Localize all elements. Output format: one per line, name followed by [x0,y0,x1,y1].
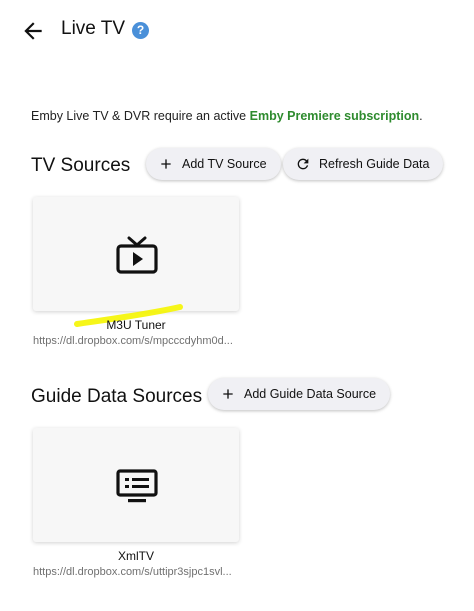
guide-source-url: https://dl.dropbox.com/s/uttipr3sjpc1svl… [33,566,232,578]
refresh-icon [297,158,309,170]
add-tv-source-label: Add TV Source [182,157,267,171]
add-guide-data-source-button[interactable]: Add Guide Data Source [208,378,391,410]
guide-source-name: XmlTV [118,549,154,563]
premiere-subscription-link[interactable]: Emby Premiere subscription [250,109,420,123]
tv-guide-icon [116,469,158,503]
premium-notice-text: Emby Live TV & DVR require an active [31,109,250,123]
premium-notice: Emby Live TV & DVR require an active Emb… [31,109,423,123]
premium-notice-end: . [419,109,423,123]
tv-source-name: M3U Tuner [106,318,166,332]
tv-sources-heading: TV Sources [31,155,131,176]
refresh-guide-data-label: Refresh Guide Data [319,157,430,171]
guide-source-card[interactable] [33,428,239,542]
tv-source-card[interactable] [33,197,239,311]
back-arrow-icon[interactable] [20,18,46,44]
page-header: Live TV ? [0,0,474,60]
page-title: Live TV [61,18,126,39]
tv-source-url: https://dl.dropbox.com/s/mpcccdyhm0d... [33,335,233,347]
guide-data-sources-heading: Guide Data Sources [31,386,203,407]
refresh-guide-data-button[interactable]: Refresh Guide Data [283,148,444,180]
plus-icon [161,159,171,169]
help-icon[interactable]: ? [132,22,149,39]
live-tv-icon [116,236,158,274]
add-tv-source-button[interactable]: Add TV Source [146,148,281,180]
plus-icon [223,389,233,399]
add-guide-data-source-label: Add Guide Data Source [244,387,377,401]
